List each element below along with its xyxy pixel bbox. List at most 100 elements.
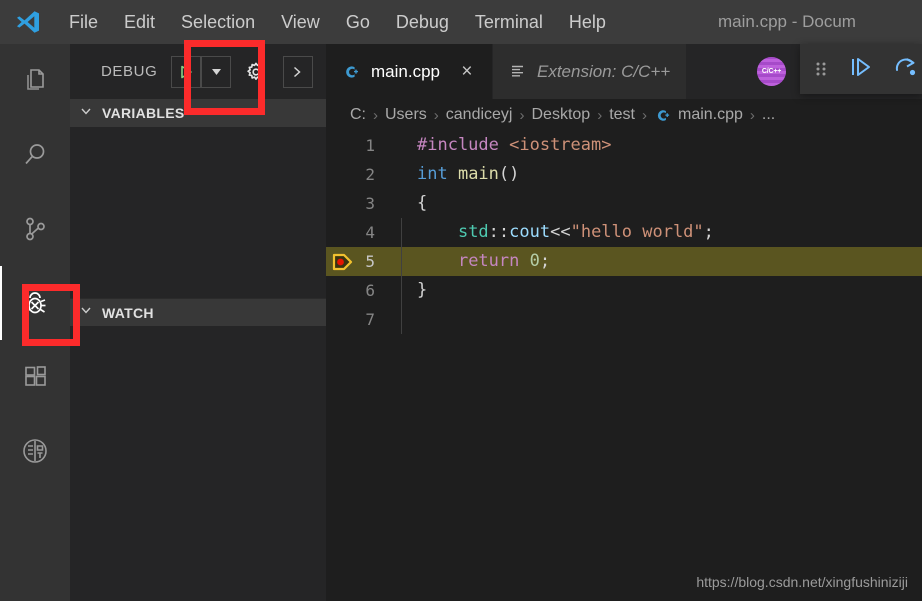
code-line[interactable]: 6} [326, 276, 922, 305]
menu-terminal[interactable]: Terminal [462, 0, 556, 44]
chevron-down-icon [210, 65, 223, 78]
debug-config-dropdown[interactable] [201, 55, 232, 88]
title-menu-bar: File Edit Selection View Go Debug Termin… [0, 0, 922, 44]
code-line[interactable]: 3{ [326, 189, 922, 218]
vscode-logo-icon [0, 0, 56, 44]
code-text: #include <iostream> [417, 135, 612, 155]
breadcrumb-item-test[interactable]: test [609, 106, 635, 124]
code-line[interactable]: 7 [326, 305, 922, 334]
line-number: 4 [365, 223, 375, 242]
breadcrumb-item-file[interactable]: main.cpp [678, 106, 743, 124]
activity-item-ime[interactable] [0, 414, 70, 488]
line-number: 3 [365, 194, 375, 213]
chevron-right-icon: › [749, 106, 755, 124]
breadcrumb-item-desktop[interactable]: Desktop [531, 106, 590, 124]
activity-item-search[interactable] [0, 118, 70, 192]
watermark-url: https://blog.csdn.net/xingfushiniziji [696, 574, 908, 590]
code-line[interactable]: 1 #include <iostream> [326, 131, 922, 160]
chevron-right-icon: › [433, 106, 439, 124]
line-number: 7 [365, 310, 375, 329]
activity-bar [0, 44, 70, 601]
debug-sidebar: DEBUG VARIABLES WATCH [70, 44, 326, 601]
play-triangle-icon [178, 64, 194, 80]
chevron-right-icon: › [597, 106, 603, 124]
menu-list: File Edit Selection View Go Debug Termin… [56, 0, 619, 44]
tab-extension-c-cpp[interactable]: Extension: C/C++ [492, 44, 688, 99]
search-icon [20, 140, 50, 170]
cpp-file-icon [654, 107, 671, 124]
tab-label: Extension: C/C++ [536, 61, 671, 81]
breadcrumb: C: › Users › candiceyj › Desktop › test … [326, 99, 922, 131]
editor-region: main.cpp × Extension: C/C++ C: › Users ›… [326, 44, 922, 601]
step-over-icon [892, 54, 918, 85]
breadcrumb-item-symbols[interactable]: ... [762, 106, 775, 124]
panel-watch[interactable]: WATCH [70, 298, 326, 326]
cpp-extension-badge-label: C/C++ [761, 68, 782, 75]
breadcrumb-item-users[interactable]: Users [385, 106, 427, 124]
code-text: { [417, 193, 428, 213]
chevron-right-icon: › [519, 106, 525, 124]
chinese-ime-icon [19, 435, 51, 467]
debug-bug-icon [19, 287, 51, 319]
cpp-file-icon [342, 63, 360, 81]
breadcrumb-item-drive[interactable]: C: [350, 106, 366, 124]
chevron-right-icon: › [641, 106, 647, 124]
activity-item-explorer[interactable] [0, 44, 70, 118]
drag-handle-dots-icon[interactable] [810, 54, 832, 84]
extensions-icon [20, 362, 50, 392]
code-line[interactable]: 4 std::cout<<"hello world"; [326, 218, 922, 247]
debug-view-title: DEBUG [101, 63, 158, 80]
continue-icon [848, 54, 874, 85]
open-debug-console-icon [290, 64, 306, 80]
code-text: } [417, 280, 428, 300]
code-text: int main() [417, 164, 520, 184]
chevron-down-icon [79, 104, 93, 123]
gear-icon [245, 61, 267, 83]
floating-debug-toolbar [800, 44, 922, 94]
menu-help[interactable]: Help [556, 0, 619, 44]
menu-file[interactable]: File [56, 0, 111, 44]
menu-edit[interactable]: Edit [111, 0, 168, 44]
source-control-icon [20, 214, 50, 244]
chevron-right-icon: › [373, 106, 378, 124]
activity-item-debug[interactable] [0, 266, 70, 340]
activity-item-extensions[interactable] [0, 340, 70, 414]
code-line[interactable]: 5 return 0; [326, 247, 922, 276]
menu-view[interactable]: View [268, 0, 333, 44]
breadcrumb-item-candiceyj[interactable]: candiceyj [446, 106, 513, 124]
chevron-down-icon [79, 303, 93, 322]
files-explorer-icon [20, 66, 50, 96]
line-number: 1 [365, 136, 375, 155]
tab-label: main.cpp [371, 61, 440, 81]
vscode-window: File Edit Selection View Go Debug Termin… [0, 0, 922, 601]
debug-step-over-button[interactable] [890, 54, 920, 84]
panel-variables-body [70, 127, 326, 298]
panel-variables[interactable]: VARIABLES [70, 99, 326, 127]
debug-continue-button[interactable] [846, 54, 876, 84]
panel-variables-title: VARIABLES [102, 105, 185, 121]
line-number: 6 [365, 281, 375, 300]
cpp-extension-badge-icon: C/C++ [757, 57, 786, 86]
activity-item-source-control[interactable] [0, 192, 70, 266]
code-line[interactable]: 2 int main() [326, 160, 922, 189]
line-number: 2 [365, 165, 375, 184]
code-text: return 0; [457, 251, 551, 271]
code-text: std::cout<<"hello world"; [457, 222, 714, 242]
close-icon[interactable]: × [458, 61, 476, 83]
tab-main-cpp[interactable]: main.cpp × [326, 44, 493, 99]
breakpoint-current-line-icon[interactable] [328, 247, 358, 276]
window-title: main.cpp - Docum [718, 12, 856, 31]
menu-debug[interactable]: Debug [383, 0, 462, 44]
debug-view-header: DEBUG [70, 44, 326, 99]
menu-go[interactable]: Go [333, 0, 383, 44]
list-lines-icon [509, 63, 526, 80]
debug-settings-button[interactable] [241, 56, 271, 88]
panel-watch-body [70, 326, 326, 571]
menu-selection[interactable]: Selection [168, 0, 268, 44]
panel-watch-title: WATCH [102, 304, 154, 321]
code-editor[interactable]: 1 #include <iostream> 2 int main() 3{4 std::… [326, 131, 922, 601]
debug-start-button[interactable] [171, 55, 202, 88]
open-debug-console-button[interactable] [283, 55, 314, 88]
indent-guide [401, 218, 402, 334]
